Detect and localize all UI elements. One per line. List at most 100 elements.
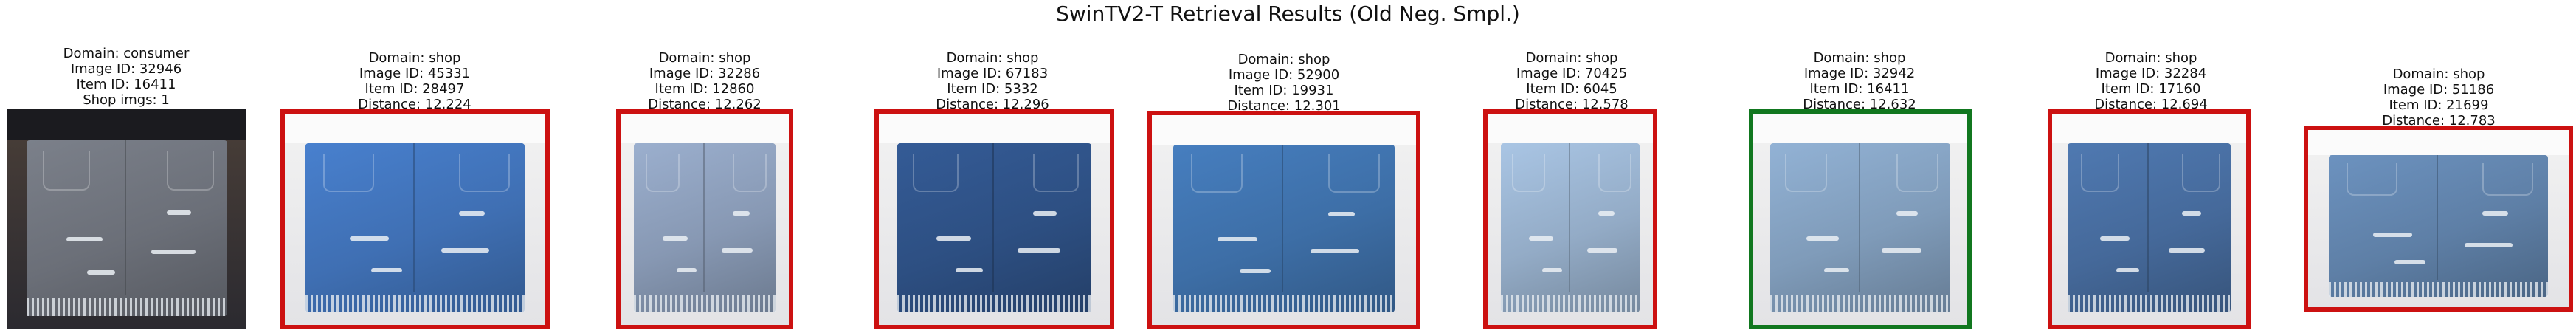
result-caption: Domain: shop Image ID: 32284 Item ID: 1716… bbox=[2003, 50, 2299, 112]
caption-line: Item ID: 17160 bbox=[2101, 81, 2201, 97]
caption-line: Item ID: 16411 bbox=[1809, 81, 1910, 97]
distressed-rip bbox=[2116, 268, 2140, 273]
result-caption: Domain: shop Image ID: 70425 Item ID: 6045… bbox=[1424, 50, 1719, 112]
top-garment bbox=[1488, 114, 1653, 144]
top-garment bbox=[879, 114, 1110, 144]
distressed-rip bbox=[86, 270, 115, 275]
denim-shorts bbox=[1770, 143, 1950, 312]
top-garment bbox=[2308, 130, 2569, 155]
distressed-rip bbox=[349, 236, 389, 241]
caption-line: Image ID: 32286 bbox=[649, 66, 761, 81]
retrieved-image bbox=[616, 109, 793, 329]
frayed-hem bbox=[1500, 295, 1640, 312]
caption-line: Item ID: 5332 bbox=[947, 81, 1038, 97]
caption-line: Item ID: 16411 bbox=[76, 77, 176, 92]
retrieved-image bbox=[874, 109, 1114, 329]
caption-line: Image ID: 52900 bbox=[1228, 67, 1340, 83]
pocket bbox=[42, 151, 90, 191]
caption-line: Domain: shop bbox=[946, 50, 1039, 66]
frayed-hem bbox=[897, 295, 1091, 312]
distressed-rip bbox=[1033, 210, 1057, 216]
top-garment bbox=[2052, 114, 2246, 144]
distressed-rip bbox=[441, 247, 490, 253]
result-caption: Domain: shop Image ID: 32942 Item ID: 1641… bbox=[1712, 50, 2007, 112]
pocket bbox=[733, 153, 767, 193]
pocket bbox=[1784, 153, 1828, 193]
distressed-rip bbox=[1806, 236, 1839, 241]
caption-line: Item ID: 6045 bbox=[1526, 81, 1617, 97]
pocket bbox=[458, 153, 511, 193]
frayed-hem bbox=[305, 295, 525, 312]
distressed-rip bbox=[66, 236, 103, 241]
distressed-rip bbox=[1311, 248, 1360, 253]
distressed-rip bbox=[1542, 268, 1562, 273]
fly-seam bbox=[1858, 143, 1860, 292]
distressed-rip bbox=[955, 268, 983, 273]
pocket bbox=[167, 151, 215, 191]
caption-line: Domain: shop bbox=[1525, 50, 1618, 66]
caption-line: Domain: shop bbox=[2392, 66, 2485, 82]
caption-line: Domain: shop bbox=[1237, 52, 1330, 67]
denim-shorts bbox=[897, 143, 1091, 312]
pocket bbox=[322, 153, 375, 193]
caption-line: Image ID: 51186 bbox=[2383, 82, 2495, 97]
fly-seam bbox=[1281, 144, 1283, 292]
caption-line: Image ID: 32942 bbox=[1803, 66, 1916, 81]
fly-seam bbox=[992, 143, 994, 292]
caption-line: Image ID: 67183 bbox=[936, 66, 1049, 81]
distressed-rip bbox=[2181, 210, 2202, 216]
distressed-rip bbox=[1018, 247, 1060, 253]
fly-seam bbox=[1569, 143, 1571, 292]
caption-line: Item ID: 21699 bbox=[2389, 97, 2489, 113]
fly-seam bbox=[125, 140, 127, 295]
caption-line: Domain: shop bbox=[1813, 50, 1906, 66]
fly-seam bbox=[2436, 154, 2438, 280]
caption-line: Item ID: 12860 bbox=[655, 81, 755, 97]
denim-shorts bbox=[1173, 144, 1395, 312]
distressed-rip bbox=[2394, 259, 2425, 264]
result-caption: Domain: consumer Image ID: 32946 Item ID: … bbox=[0, 46, 274, 108]
denim-shorts bbox=[26, 140, 228, 317]
denim-shorts bbox=[634, 143, 776, 312]
caption-line: Domain: shop bbox=[2104, 50, 2197, 66]
retrieved-image bbox=[280, 109, 550, 329]
pocket bbox=[2346, 163, 2398, 196]
distressed-rip bbox=[2169, 247, 2205, 253]
fly-seam bbox=[703, 143, 705, 292]
caption-line: Image ID: 32946 bbox=[70, 61, 182, 77]
result-caption: Domain: shop Image ID: 51186 Item ID: 2169… bbox=[2291, 66, 2576, 128]
frayed-hem bbox=[2329, 282, 2548, 297]
pocket bbox=[913, 153, 959, 193]
distressed-rip bbox=[371, 268, 402, 273]
distressed-rip bbox=[167, 210, 192, 216]
caption-line: Domain: shop bbox=[368, 50, 461, 66]
distressed-rip bbox=[1528, 236, 1554, 241]
frayed-hem bbox=[1770, 295, 1950, 312]
result-caption: Domain: shop Image ID: 67183 Item ID: 5332… bbox=[845, 50, 1140, 112]
distressed-rip bbox=[1824, 268, 1850, 273]
top-garment bbox=[1152, 115, 1416, 145]
distressed-rip bbox=[1598, 210, 1615, 216]
distressed-rip bbox=[2482, 211, 2509, 216]
pocket bbox=[2080, 153, 2120, 193]
top-garment bbox=[285, 114, 545, 144]
distressed-rip bbox=[1586, 247, 1617, 253]
pocket bbox=[1328, 154, 1381, 193]
distressed-rip bbox=[733, 210, 750, 216]
caption-line: Image ID: 70425 bbox=[1516, 66, 1628, 81]
denim-shorts bbox=[305, 143, 525, 312]
figure-title: SwinTV2-T Retrieval Results (Old Neg. Sm… bbox=[1056, 1, 1520, 26]
distressed-rip bbox=[936, 236, 971, 241]
frayed-hem bbox=[1173, 295, 1395, 312]
distressed-rip bbox=[721, 247, 753, 253]
result-caption: Domain: shop Image ID: 52900 Item ID: 1993… bbox=[1136, 52, 1432, 114]
distressed-rip bbox=[2465, 242, 2513, 247]
distressed-rip bbox=[662, 236, 688, 241]
pocket bbox=[1190, 154, 1243, 193]
retrieved-image bbox=[2048, 109, 2251, 329]
frayed-hem bbox=[2068, 295, 2231, 312]
caption-line: Image ID: 45331 bbox=[359, 66, 471, 81]
denim-shorts bbox=[1500, 143, 1640, 312]
distressed-rip bbox=[676, 268, 697, 273]
pocket bbox=[645, 153, 680, 193]
